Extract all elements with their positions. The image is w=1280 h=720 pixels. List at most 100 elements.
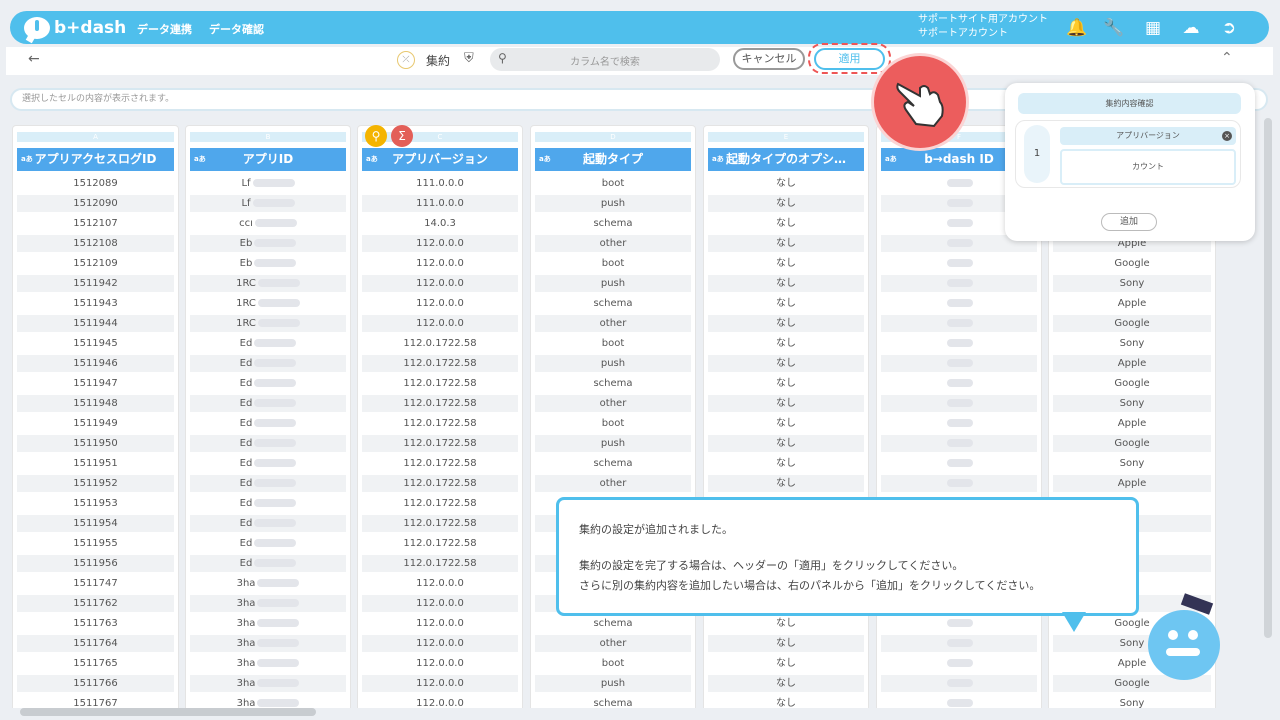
table-cell[interactable]: Sony — [1053, 335, 1211, 352]
table-cell[interactable]: Ed — [190, 495, 346, 512]
table-cell[interactable]: 1511764 — [17, 635, 174, 652]
apply-button[interactable]: 適用 — [814, 48, 885, 70]
table-cell[interactable]: 1511951 — [17, 455, 174, 472]
nav-data-link[interactable]: データ連携 — [137, 21, 192, 37]
column-header[interactable]: aあ アプリアクセスログID — [17, 148, 174, 171]
table-cell[interactable]: Apple — [1053, 475, 1211, 492]
table-cell[interactable]: 112.0.0.0 — [362, 275, 518, 292]
table-cell[interactable]: 1512108 — [17, 235, 174, 252]
back-button[interactable]: ← — [28, 51, 40, 67]
table-cell[interactable]: 1RC — [190, 275, 346, 292]
table-cell[interactable]: 112.0.0.0 — [362, 575, 518, 592]
table-cell[interactable]: 1511942 — [17, 275, 174, 292]
table-cell[interactable]: push — [535, 435, 691, 452]
table-cell[interactable]: 112.0.1722.58 — [362, 475, 518, 492]
table-cell[interactable]: なし — [708, 475, 864, 492]
table-cell[interactable]: Ed — [190, 435, 346, 452]
table-cell[interactable]: other — [535, 235, 691, 252]
table-cell[interactable]: 3ha — [190, 615, 346, 632]
column-header[interactable]: aあ 起動タイプ — [535, 148, 691, 171]
table-cell[interactable]: boot — [535, 255, 691, 272]
table-cell[interactable]: なし — [708, 335, 864, 352]
table-cell[interactable]: 1511946 — [17, 355, 174, 372]
table-cell[interactable]: schema — [535, 695, 691, 708]
table-cell[interactable]: なし — [708, 215, 864, 232]
nav-data-check[interactable]: データ確認 — [209, 21, 264, 37]
table-cell[interactable]: Ed — [190, 415, 346, 432]
table-cell[interactable]: other — [535, 635, 691, 652]
table-cell[interactable]: なし — [708, 395, 864, 412]
column-header[interactable]: aあ 起動タイプのオプシ… — [708, 148, 864, 171]
table-cell[interactable]: なし — [708, 435, 864, 452]
table-cell[interactable] — [881, 695, 1037, 708]
close-icon[interactable]: × — [1222, 131, 1232, 141]
aggregate-function[interactable]: カウント — [1060, 149, 1236, 185]
table-cell[interactable]: なし — [708, 315, 864, 332]
table-cell[interactable]: なし — [708, 695, 864, 708]
table-cell[interactable] — [881, 415, 1037, 432]
table-cell[interactable]: なし — [708, 195, 864, 212]
table-cell[interactable]: 1511947 — [17, 375, 174, 392]
table-cell[interactable]: 112.0.1722.58 — [362, 335, 518, 352]
table-cell[interactable]: schema — [535, 295, 691, 312]
table-cell[interactable]: ccı — [190, 215, 346, 232]
table-cell[interactable]: 14.0.3 — [362, 215, 518, 232]
table-cell[interactable]: 1511955 — [17, 535, 174, 552]
chevron-up-icon[interactable]: ⌃ — [1221, 50, 1233, 66]
table-cell[interactable]: 1511952 — [17, 475, 174, 492]
logo[interactable]: b+dash — [24, 15, 126, 40]
table-cell[interactable]: Google — [1053, 435, 1211, 452]
logout-icon[interactable]: ➲ — [1218, 17, 1240, 39]
table-cell[interactable]: 112.0.1722.58 — [362, 375, 518, 392]
table-cell[interactable]: other — [535, 315, 691, 332]
table-cell[interactable]: Lf — [190, 175, 346, 192]
table-cell[interactable]: 1RC — [190, 315, 346, 332]
column-letter[interactable]: E — [708, 132, 864, 142]
table-cell[interactable]: Lf — [190, 195, 346, 212]
table-cell[interactable] — [881, 615, 1037, 632]
table-cell[interactable]: Ed — [190, 535, 346, 552]
sigma-icon[interactable]: Σ — [391, 125, 413, 147]
table-cell[interactable]: 112.0.0.0 — [362, 635, 518, 652]
account-info[interactable]: サポートサイト用アカウント サポートアカウント — [918, 13, 1048, 41]
table-cell[interactable]: 1511747 — [17, 575, 174, 592]
table-cell[interactable] — [881, 355, 1037, 372]
table-cell[interactable]: 1RC — [190, 295, 346, 312]
table-cell[interactable]: Ed — [190, 395, 346, 412]
table-cell[interactable]: なし — [708, 295, 864, 312]
table-cell[interactable]: push — [535, 675, 691, 692]
table-cell[interactable] — [881, 435, 1037, 452]
table-cell[interactable]: なし — [708, 615, 864, 632]
table-cell[interactable] — [881, 335, 1037, 352]
table-cell[interactable]: 3ha — [190, 695, 346, 708]
table-cell[interactable]: 112.0.0.0 — [362, 615, 518, 632]
table-cell[interactable] — [881, 255, 1037, 272]
table-cell[interactable]: 1511766 — [17, 675, 174, 692]
table-cell[interactable]: Google — [1053, 315, 1211, 332]
table-cell[interactable]: 1511944 — [17, 315, 174, 332]
table-cell[interactable]: boot — [535, 415, 691, 432]
table-cell[interactable]: Ed — [190, 355, 346, 372]
table-cell[interactable]: Ed — [190, 455, 346, 472]
table-cell[interactable]: 112.0.1722.58 — [362, 395, 518, 412]
table-cell[interactable]: Google — [1053, 375, 1211, 392]
table-cell[interactable]: なし — [708, 455, 864, 472]
table-cell[interactable]: 112.0.0.0 — [362, 315, 518, 332]
table-cell[interactable]: 111.0.0.0 — [362, 195, 518, 212]
table-cell[interactable]: Ed — [190, 515, 346, 532]
table-cell[interactable]: なし — [708, 415, 864, 432]
table-cell[interactable]: 112.0.0.0 — [362, 595, 518, 612]
table-cell[interactable]: 1511954 — [17, 515, 174, 532]
add-button[interactable]: 追加 — [1101, 213, 1157, 231]
table-cell[interactable]: push — [535, 195, 691, 212]
table-cell[interactable]: なし — [708, 355, 864, 372]
table-cell[interactable]: schema — [535, 455, 691, 472]
cancel-button[interactable]: キャンセル — [733, 48, 805, 70]
table-cell[interactable] — [881, 315, 1037, 332]
column-search[interactable]: ⚲ カラム名で検索 — [490, 48, 720, 71]
table-cell[interactable]: 112.0.1722.58 — [362, 415, 518, 432]
table-cell[interactable]: 112.0.1722.58 — [362, 455, 518, 472]
table-cell[interactable]: schema — [535, 215, 691, 232]
table-cell[interactable]: 1511950 — [17, 435, 174, 452]
table-cell[interactable] — [881, 295, 1037, 312]
